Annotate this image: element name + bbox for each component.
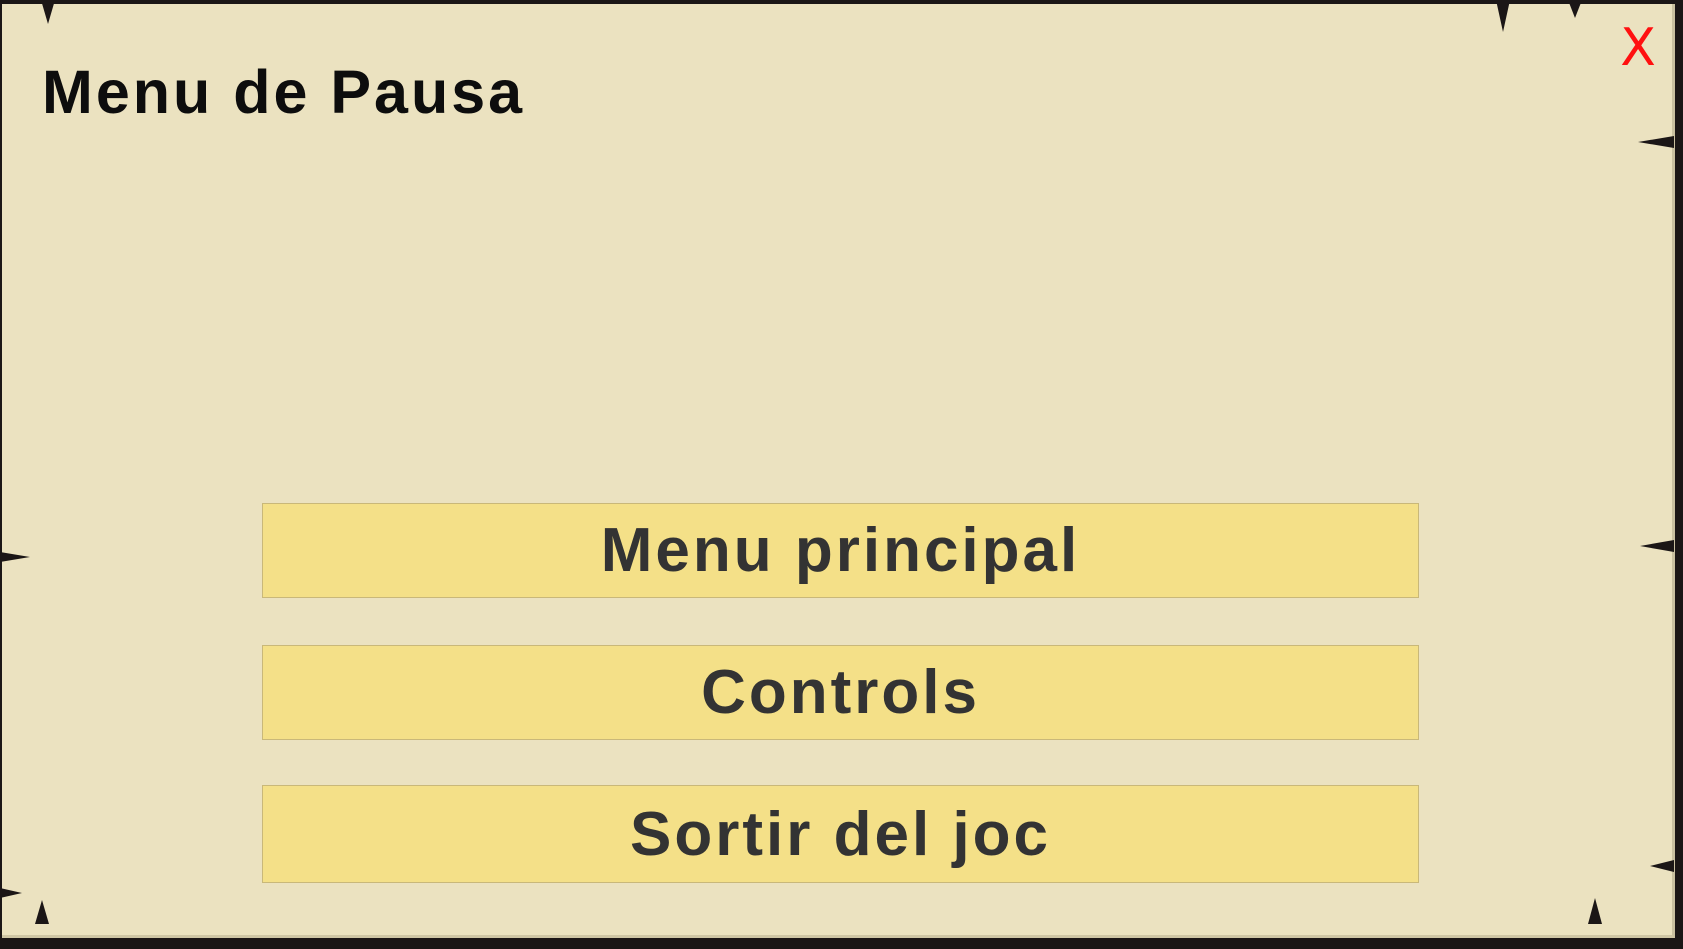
main-menu-button-label: Menu principal: [600, 516, 1081, 585]
border-spike-icon: [1496, 0, 1510, 32]
border-spike-icon: [0, 888, 22, 898]
controls-button-label: Controls: [701, 658, 980, 727]
border-spike-icon: [0, 552, 30, 562]
controls-button[interactable]: Controls: [262, 645, 1419, 740]
border-spike-icon: [1638, 136, 1674, 148]
border-spike-icon: [1588, 898, 1602, 924]
page-title: Menu de Pausa: [42, 58, 526, 126]
pause-menu-panel: Menu de Pausa X Menu principal Controls …: [0, 0, 1675, 938]
close-button[interactable]: X: [1616, 22, 1660, 74]
border-spike-icon: [1568, 0, 1582, 18]
close-icon: X: [1620, 18, 1656, 78]
border-spike-icon: [35, 900, 49, 924]
main-menu-button[interactable]: Menu principal: [262, 503, 1419, 598]
border-spike-icon: [41, 0, 55, 24]
border-spike-icon: [1650, 860, 1674, 872]
border-spike-icon: [1640, 540, 1674, 552]
exit-game-button[interactable]: Sortir del joc: [262, 785, 1419, 883]
exit-game-button-label: Sortir del joc: [630, 799, 1051, 869]
